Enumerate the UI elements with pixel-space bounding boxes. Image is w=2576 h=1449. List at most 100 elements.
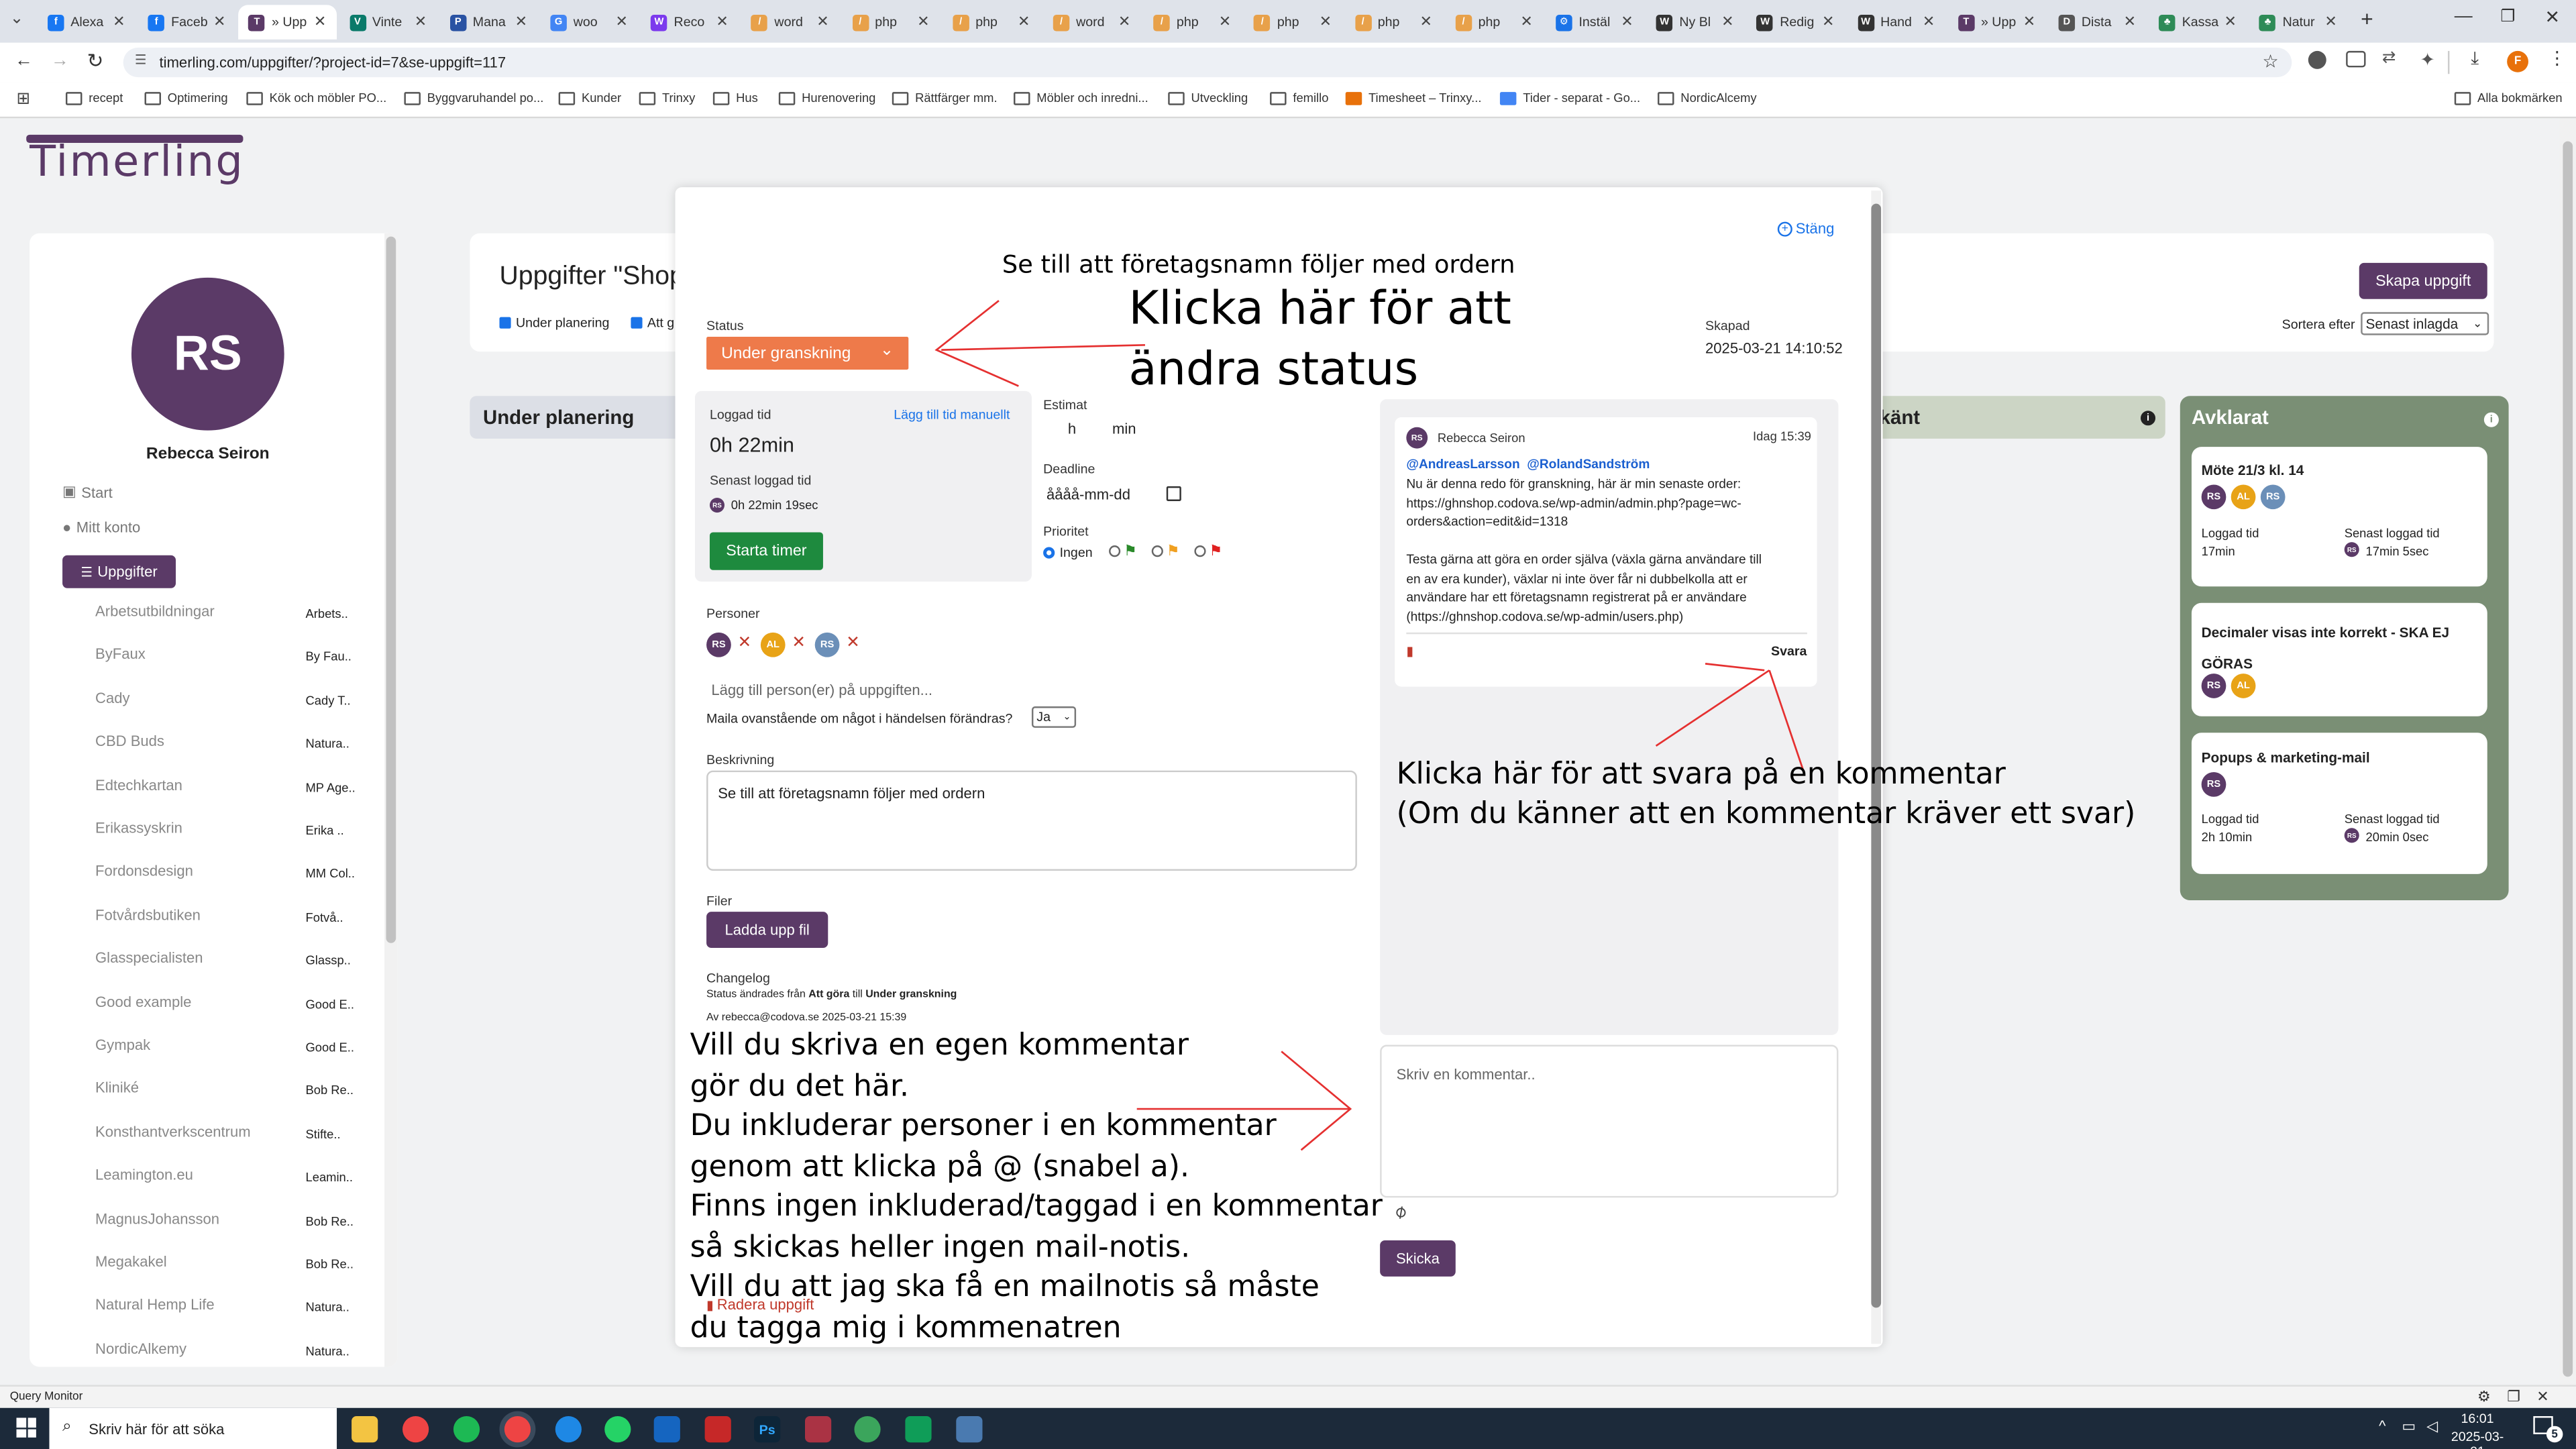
bookmark-item[interactable]: Kunder: [558, 91, 621, 105]
close-tab-icon[interactable]: ✕: [2224, 13, 2236, 32]
bookmark-item[interactable]: Hurenovering: [778, 91, 875, 105]
app-icon[interactable]: [555, 1416, 582, 1443]
apps-grid-icon[interactable]: ⊞: [16, 91, 30, 109]
minimize-icon[interactable]: —: [2455, 7, 2473, 26]
close-tab-icon[interactable]: ✕: [615, 13, 627, 32]
file-explorer-icon[interactable]: [352, 1416, 378, 1443]
close-tab-icon[interactable]: ✕: [2023, 13, 2035, 32]
filezilla-icon[interactable]: [704, 1416, 731, 1443]
close-window-icon[interactable]: ✕: [2544, 7, 2560, 28]
app-icon[interactable]: [854, 1416, 881, 1443]
close-tab-icon[interactable]: ✕: [816, 13, 828, 32]
close-tab-icon[interactable]: ✕: [1118, 13, 1130, 32]
browser-tab[interactable]: / php ✕: [1144, 5, 1241, 39]
word-icon[interactable]: [653, 1416, 680, 1443]
extension-icon[interactable]: [2308, 50, 2326, 69]
close-tab-icon[interactable]: ✕: [1018, 13, 1030, 32]
browser-tab[interactable]: / php ✕: [1446, 5, 1543, 39]
browser-tab[interactable]: W Ny Bl ✕: [1646, 5, 1743, 39]
bookmark-item[interactable]: femillo: [1270, 91, 1328, 105]
browser-tab[interactable]: P Mana ✕: [440, 5, 537, 39]
close-tab-icon[interactable]: ✕: [415, 13, 427, 32]
popout-icon[interactable]: ❐: [2507, 1388, 2520, 1406]
page-scrollbar[interactable]: [2559, 118, 2576, 1385]
close-tab-icon[interactable]: ✕: [1419, 13, 1432, 32]
bookmark-star-icon[interactable]: ☆: [2263, 51, 2279, 72]
browser-tab[interactable]: / php ✕: [1244, 5, 1342, 39]
bookmark-item[interactable]: recept: [65, 91, 123, 105]
bookmark-item[interactable]: Tider - separat - Go...: [1499, 91, 1640, 105]
bookmark-item[interactable]: Hus: [712, 91, 758, 105]
browser-tab[interactable]: / word ✕: [1043, 5, 1140, 39]
close-tab-icon[interactable]: ✕: [1219, 13, 1231, 32]
close-tab-icon[interactable]: ✕: [716, 13, 728, 32]
taskbar-time[interactable]: 16:01: [2449, 1411, 2505, 1426]
reload-icon[interactable]: ↻: [87, 49, 104, 72]
network-icon[interactable]: ▭: [2402, 1417, 2416, 1436]
bookmark-item[interactable]: Optimering: [144, 91, 228, 105]
browser-tab[interactable]: T » Upp ✕: [1948, 5, 2045, 39]
browser-tab[interactable]: / php ✕: [943, 5, 1040, 39]
close-tab-icon[interactable]: ✕: [515, 13, 527, 32]
browser-tab[interactable]: ♣ Natur ✕: [2250, 5, 2347, 39]
back-arrow-icon[interactable]: ←: [15, 51, 33, 70]
browser-tab[interactable]: / php ✕: [842, 5, 939, 39]
bookmark-item[interactable]: Timesheet – Trinxy...: [1345, 91, 1481, 105]
photoshop-icon[interactable]: Ps: [754, 1416, 781, 1443]
sheets-icon[interactable]: [905, 1416, 932, 1443]
browser-tab[interactable]: f Alexa ✕: [38, 5, 135, 39]
browser-tab[interactable]: Gwoo ✕: [541, 5, 638, 39]
profile-avatar[interactable]: F: [2507, 50, 2528, 72]
browser-tab[interactable]: ⚙ Instäl ✕: [1546, 5, 1643, 39]
browser-tab[interactable]: W Reco ✕: [641, 5, 739, 39]
taskbar-search[interactable]: ⌕ Skriv här för att söka: [49, 1407, 337, 1449]
browser-tab[interactable]: f Faceb ✕: [138, 5, 235, 39]
close-tab-icon[interactable]: ✕: [1923, 13, 1935, 32]
windows-start-icon[interactable]: [16, 1417, 36, 1438]
close-tab-icon[interactable]: ✕: [213, 13, 225, 32]
close-tab-icon[interactable]: ✕: [1520, 13, 1532, 32]
close-tab-icon[interactable]: ✕: [113, 13, 125, 32]
bookmark-item[interactable]: Möbler och inredni...: [1014, 91, 1148, 105]
close-tab-icon[interactable]: ✕: [2324, 13, 2337, 32]
download-icon[interactable]: ⤓: [2471, 49, 2479, 70]
browser-tab[interactable]: / php ✕: [1345, 5, 1442, 39]
bookmark-item[interactable]: Utveckling: [1168, 91, 1248, 105]
close-icon[interactable]: ✕: [2536, 1388, 2548, 1406]
site-info-icon[interactable]: ☰: [135, 52, 147, 67]
bookmark-item[interactable]: Rättfärger mm.: [892, 91, 998, 105]
extensions-puzzle-icon[interactable]: ✦: [2420, 49, 2435, 70]
chrome-active-icon[interactable]: [504, 1416, 531, 1443]
page-scroll-thumb[interactable]: [2563, 141, 2573, 1377]
taskbar-date[interactable]: 2025-03-21: [2447, 1430, 2509, 1449]
close-tab-icon[interactable]: ✕: [1822, 13, 1834, 32]
chrome-icon[interactable]: [402, 1416, 429, 1443]
volume-icon[interactable]: ◁: [2426, 1417, 2438, 1436]
browser-tab[interactable]: T » Upp ✕: [239, 5, 337, 40]
gear-icon[interactable]: ⚙: [2477, 1388, 2491, 1406]
restore-icon[interactable]: ❐: [2500, 8, 2515, 26]
browser-tab[interactable]: D Dista ✕: [2049, 5, 2146, 39]
winrar-icon[interactable]: [805, 1416, 832, 1443]
tab-list-chevron-icon[interactable]: ⌄: [10, 10, 24, 28]
browser-tab[interactable]: W Redig ✕: [1747, 5, 1844, 39]
close-tab-icon[interactable]: ✕: [1621, 13, 1633, 32]
close-tab-icon[interactable]: ✕: [314, 13, 326, 32]
tray-chevron-icon[interactable]: ^: [2379, 1417, 2385, 1434]
spotify-icon[interactable]: [453, 1416, 480, 1443]
bookmark-item[interactable]: Trinxy: [639, 91, 695, 105]
app-icon[interactable]: [956, 1416, 983, 1443]
new-tab-button[interactable]: +: [2361, 7, 2373, 32]
browser-menu-icon[interactable]: ⋮: [2548, 48, 2566, 68]
browser-tab[interactable]: V Vinte ✕: [339, 5, 437, 39]
close-tab-icon[interactable]: ✕: [1721, 13, 1733, 32]
whatsapp-icon[interactable]: [604, 1416, 631, 1443]
bookmark-item[interactable]: NordicAlcemy: [1658, 91, 1757, 105]
browser-tab[interactable]: ♣ Kassa ✕: [2149, 5, 2247, 39]
close-tab-icon[interactable]: ✕: [2124, 13, 2136, 32]
browser-tab[interactable]: W Hand ✕: [1847, 5, 1945, 39]
address-bar[interactable]: ☰ timerling.com/uppgifter/?project-id=7&…: [123, 48, 2292, 78]
bookmark-item[interactable]: Kök och möbler PO...: [246, 91, 386, 105]
close-tab-icon[interactable]: ✕: [1320, 13, 1332, 32]
forward-arrow-icon[interactable]: →: [51, 51, 69, 70]
